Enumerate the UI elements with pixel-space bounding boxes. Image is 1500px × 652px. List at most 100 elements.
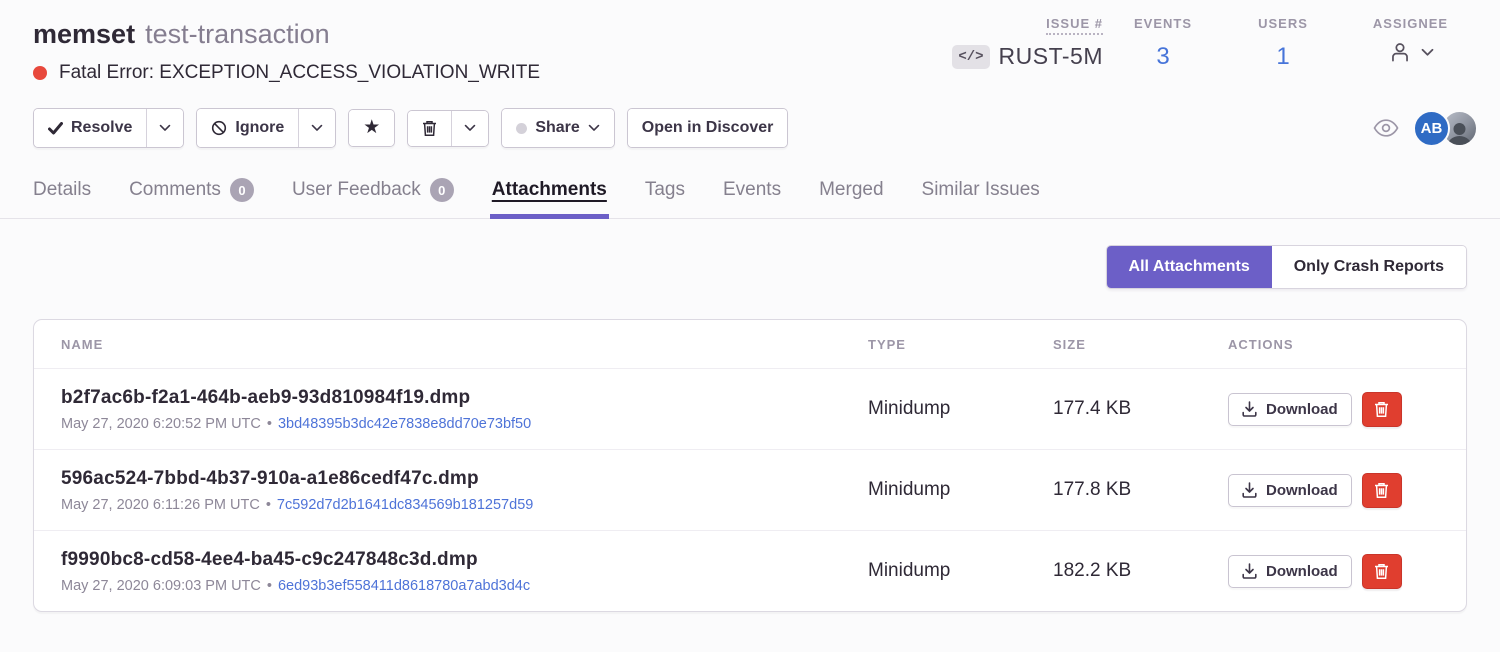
star-icon: ★: [363, 119, 380, 137]
tab-tags[interactable]: Tags: [645, 170, 685, 218]
attachment-filter-toggle: All Attachments Only Crash Reports: [1106, 245, 1467, 289]
seen-by-avatars: AB: [1413, 110, 1478, 147]
error-level-dot: [33, 66, 47, 80]
tab-merged[interactable]: Merged: [819, 170, 883, 218]
tab-user-feedback[interactable]: User Feedback 0: [292, 170, 454, 218]
page-title: memsettest-transaction: [33, 18, 540, 50]
tab-details[interactable]: Details: [33, 170, 91, 218]
bookmark-button-group: ★: [348, 109, 395, 147]
mute-icon: [211, 120, 227, 136]
resolve-dropdown-button[interactable]: [147, 109, 183, 147]
tab-similar-issues[interactable]: Similar Issues: [922, 170, 1040, 218]
event-id-link[interactable]: 6ed93b3ef558411d8618780a7abd3d4c: [278, 578, 530, 594]
download-icon: [1242, 563, 1257, 579]
delete-dropdown-button[interactable]: [452, 111, 488, 146]
attachment-date: May 27, 2020 6:11:26 PM UTC: [61, 497, 260, 513]
column-header-actions: ACTIONS: [1201, 337, 1466, 352]
column-header-size: SIZE: [1026, 337, 1201, 352]
meta-separator: •: [266, 497, 271, 513]
issue-number-label: ISSUE #: [1046, 16, 1103, 35]
column-header-name: NAME: [34, 337, 841, 352]
attachment-size: 177.8 KB: [1026, 479, 1201, 501]
assignee-label: ASSIGNEE: [1373, 16, 1448, 31]
delete-button-group: [407, 110, 489, 147]
attachment-date: May 27, 2020 6:20:52 PM UTC: [61, 416, 261, 432]
delete-attachment-button[interactable]: [1362, 554, 1402, 589]
tab-events[interactable]: Events: [723, 170, 781, 218]
share-status-dot: [516, 123, 527, 134]
download-button[interactable]: Download: [1228, 555, 1352, 588]
tab-comments[interactable]: Comments 0: [129, 170, 254, 218]
trash-icon: [1374, 482, 1389, 499]
issue-action-toolbar: Resolve Ignore ★: [0, 108, 1500, 148]
bookmark-star-button[interactable]: ★: [349, 110, 394, 146]
table-row: f9990bc8-cd58-4ee4-ba45-c9c247848c3d.dmp…: [34, 530, 1466, 611]
meta-separator: •: [267, 416, 272, 432]
error-message: Fatal Error: EXCEPTION_ACCESS_VIOLATION_…: [59, 62, 540, 84]
person-icon: [1387, 39, 1413, 65]
table-row: 596ac524-7bbd-4b37-910a-a1e86cedf47c.dmp…: [34, 449, 1466, 530]
attachment-file-name: f9990bc8-cd58-4ee4-ba45-c9c247848c3d.dmp: [61, 549, 841, 571]
event-id-link[interactable]: 7c592d7d2b1641dc834569b181257d59: [277, 497, 533, 513]
code-icon: </>: [952, 45, 989, 69]
attachment-file-name: b2f7ac6b-f2a1-464b-aeb9-93d810984f19.dmp: [61, 387, 841, 409]
share-button[interactable]: Share: [502, 109, 613, 147]
issue-header: memsettest-transaction Fatal Error: EXCE…: [0, 0, 1500, 84]
attachment-size: 182.2 KB: [1026, 560, 1201, 582]
delete-issue-button[interactable]: [408, 111, 451, 146]
column-header-type: TYPE: [841, 337, 1026, 352]
table-row: b2f7ac6b-f2a1-464b-aeb9-93d810984f19.dmp…: [34, 368, 1466, 449]
filter-all-attachments-button[interactable]: All Attachments: [1107, 246, 1272, 288]
attachment-type: Minidump: [841, 398, 1026, 420]
ignore-button-group: Ignore: [196, 108, 336, 148]
attachment-type: Minidump: [841, 560, 1026, 582]
seen-by-eye-icon: [1373, 119, 1399, 137]
delete-attachment-button[interactable]: [1362, 392, 1402, 427]
table-header-row: NAME TYPE SIZE ACTIONS: [34, 320, 1466, 368]
open-in-discover-label: Open in Discover: [642, 118, 774, 138]
trash-icon: [1374, 401, 1389, 418]
attachment-file-name: 596ac524-7bbd-4b37-910a-a1e86cedf47c.dmp: [61, 468, 841, 490]
check-icon: [48, 122, 63, 135]
table-body: b2f7ac6b-f2a1-464b-aeb9-93d810984f19.dmp…: [34, 368, 1466, 611]
attachments-table: NAME TYPE SIZE ACTIONS b2f7ac6b-f2a1-464…: [33, 319, 1467, 612]
download-button[interactable]: Download: [1228, 393, 1352, 426]
assignee-dropdown[interactable]: [1387, 39, 1434, 65]
share-button-group: Share: [501, 108, 614, 148]
meta-separator: •: [267, 578, 272, 594]
delete-attachment-button[interactable]: [1362, 473, 1402, 508]
download-icon: [1242, 401, 1257, 417]
event-id-link[interactable]: 3bd48395b3dc42e7838e8dd70e73bf50: [278, 416, 531, 432]
chevron-down-icon: [159, 124, 171, 132]
transaction-name: test-transaction: [145, 19, 330, 49]
tab-count-badge: 0: [230, 178, 254, 202]
tab-strip: Details Comments 0 User Feedback 0 Attac…: [0, 170, 1500, 219]
ignore-dropdown-button[interactable]: [299, 109, 335, 147]
download-icon: [1242, 482, 1257, 498]
avatar[interactable]: AB: [1413, 110, 1450, 147]
chevron-down-icon: [588, 124, 600, 132]
tab-attachments[interactable]: Attachments: [492, 170, 607, 218]
download-button[interactable]: Download: [1228, 474, 1352, 507]
ignore-label: Ignore: [235, 118, 284, 138]
tab-count-badge: 0: [430, 178, 454, 202]
attachment-size: 177.4 KB: [1026, 398, 1201, 420]
resolve-button-group: Resolve: [33, 108, 184, 148]
events-label: EVENTS: [1134, 16, 1192, 31]
users-label: USERS: [1258, 16, 1308, 31]
open-in-discover-button[interactable]: Open in Discover: [628, 109, 788, 147]
share-label: Share: [535, 118, 579, 138]
resolve-button[interactable]: Resolve: [34, 109, 146, 147]
chevron-down-icon: [1421, 48, 1434, 57]
resolve-label: Resolve: [71, 118, 132, 138]
trash-icon: [1374, 563, 1389, 580]
ignore-button[interactable]: Ignore: [197, 109, 298, 147]
filter-only-crash-reports-button[interactable]: Only Crash Reports: [1272, 246, 1466, 288]
attachment-type: Minidump: [841, 479, 1026, 501]
trash-icon: [422, 120, 437, 137]
users-count[interactable]: 1: [1276, 43, 1289, 71]
discover-button-group: Open in Discover: [627, 108, 789, 148]
issue-short-id-value: RUST-5M: [999, 43, 1103, 70]
attachment-date: May 27, 2020 6:09:03 PM UTC: [61, 578, 261, 594]
events-count[interactable]: 3: [1156, 43, 1169, 71]
